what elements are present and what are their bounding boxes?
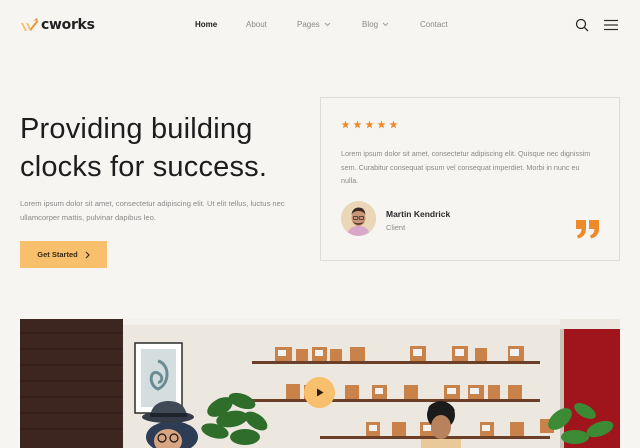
avatar (341, 201, 376, 236)
star-icon (365, 120, 374, 129)
star-icon (377, 120, 386, 129)
author-role: Client (386, 223, 406, 232)
author-name: Martin Kendrick (386, 209, 451, 219)
chevron-right-icon (85, 251, 90, 258)
site-header: cworks Home About Pages Blog Contact (0, 0, 640, 52)
testimonial-text: Lorem ipsum dolor sit amet, consectetur … (341, 149, 591, 185)
hero-title: Providing building clocks for success. (20, 113, 268, 183)
chevron-down-icon (382, 22, 389, 27)
play-icon (316, 388, 323, 397)
chevron-down-icon (324, 22, 331, 27)
nav-item-label: Pages (297, 20, 320, 29)
testimonial-card: Lorem ipsum dolor sit amet, consectetur … (320, 97, 620, 261)
star-icon (389, 120, 398, 129)
nav-item-about[interactable]: About (246, 20, 267, 29)
play-button[interactable] (304, 377, 335, 408)
nav-item-label: Blog (362, 20, 379, 29)
get-started-label: Get Started (37, 250, 78, 259)
nav-item-pages[interactable]: Pages (297, 20, 331, 29)
menu-icon[interactable] (604, 19, 618, 31)
star-icon (353, 120, 362, 129)
star-icon (341, 120, 350, 129)
author-photo (341, 201, 376, 236)
rating-stars (341, 120, 398, 129)
quote-icon (576, 220, 599, 239)
nav-item-blog[interactable]: Blog (362, 20, 389, 29)
nav-item-contact[interactable]: Contact (420, 20, 448, 29)
get-started-button[interactable]: Get Started (20, 241, 107, 268)
nav-item-home[interactable]: Home (195, 20, 217, 29)
search-icon[interactable] (575, 18, 589, 32)
main-nav: Home About Pages Blog Contact (0, 20, 640, 34)
hero-description: Lorem ipsum dolor sit amet, consectetur … (20, 199, 285, 222)
